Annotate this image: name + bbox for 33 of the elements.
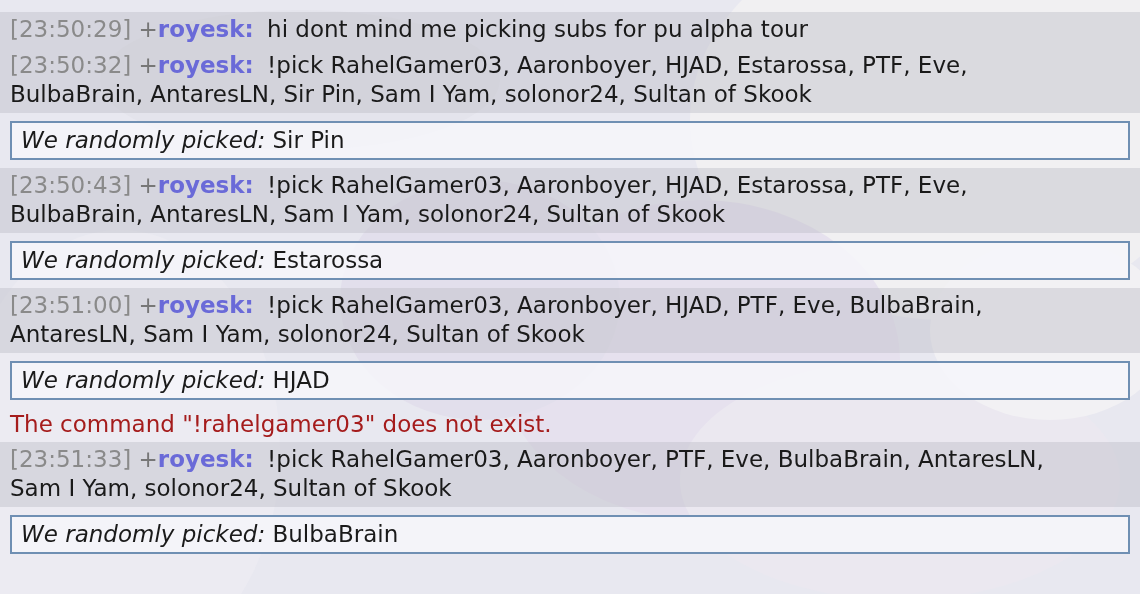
username[interactable]: royesk: [157,52,254,78]
rank-symbol: + [138,446,158,472]
rank-symbol: + [138,16,158,42]
message-text: Sam I Yam, solonor24, Sultan of Skook [10,475,452,501]
message-text: BulbaBrain, AntaresLN, Sam I Yam, solonor24, Sultan of Skook [10,201,726,227]
username[interactable]: royesk: [157,292,254,318]
error-message: The command "!rahelgamer03" does not exist. [9,410,553,439]
message-text: !pick RahelGamer03, Aaronboyer, HJAD, Estarossa, PTF, Eve, [267,172,968,198]
message-text: !pick RahelGamer03, Aaronboyer, HJAD, PTF, Eve, BulbaBrain, [267,292,983,318]
timestamp: [23:50:32] [10,52,132,78]
timestamp: [23:50:43] [10,172,132,198]
pick-label: We randomly picked: [21,127,266,153]
picked-name: BulbaBrain [272,521,399,547]
timestamp: [23:50:29] [10,16,132,42]
rank-symbol: + [138,172,158,198]
message-text: !pick RahelGamer03, Aaronboyer, PTF, Eve, BulbaBrain, AntaresLN, [267,446,1044,472]
username[interactable]: royesk: [157,446,254,472]
message-text: !pick RahelGamer03, Aaronboyer, HJAD, Estarossa, PTF, Eve, [267,52,968,78]
rank-symbol: + [138,292,158,318]
timestamp: [23:51:33] [10,446,132,472]
pick-label: We randomly picked: [21,521,266,547]
pick-label: We randomly picked: [21,247,266,273]
username[interactable]: royesk: [157,16,254,42]
rank-symbol: + [138,52,158,78]
username[interactable]: royesk: [157,172,254,198]
message-text: BulbaBrain, AntaresLN, Sir Pin, Sam I Yam, solonor24, Sultan of Skook [10,81,812,107]
picked-name: HJAD [272,367,330,393]
picked-name: Estarossa [272,247,384,273]
message-text: AntaresLN, Sam I Yam, solonor24, Sultan of Skook [10,321,585,347]
timestamp: [23:51:00] [10,292,132,318]
pick-label: We randomly picked: [21,367,266,393]
picked-name: Sir Pin [272,127,345,153]
message-text: hi dont mind me picking subs for pu alpha tour [267,16,808,42]
